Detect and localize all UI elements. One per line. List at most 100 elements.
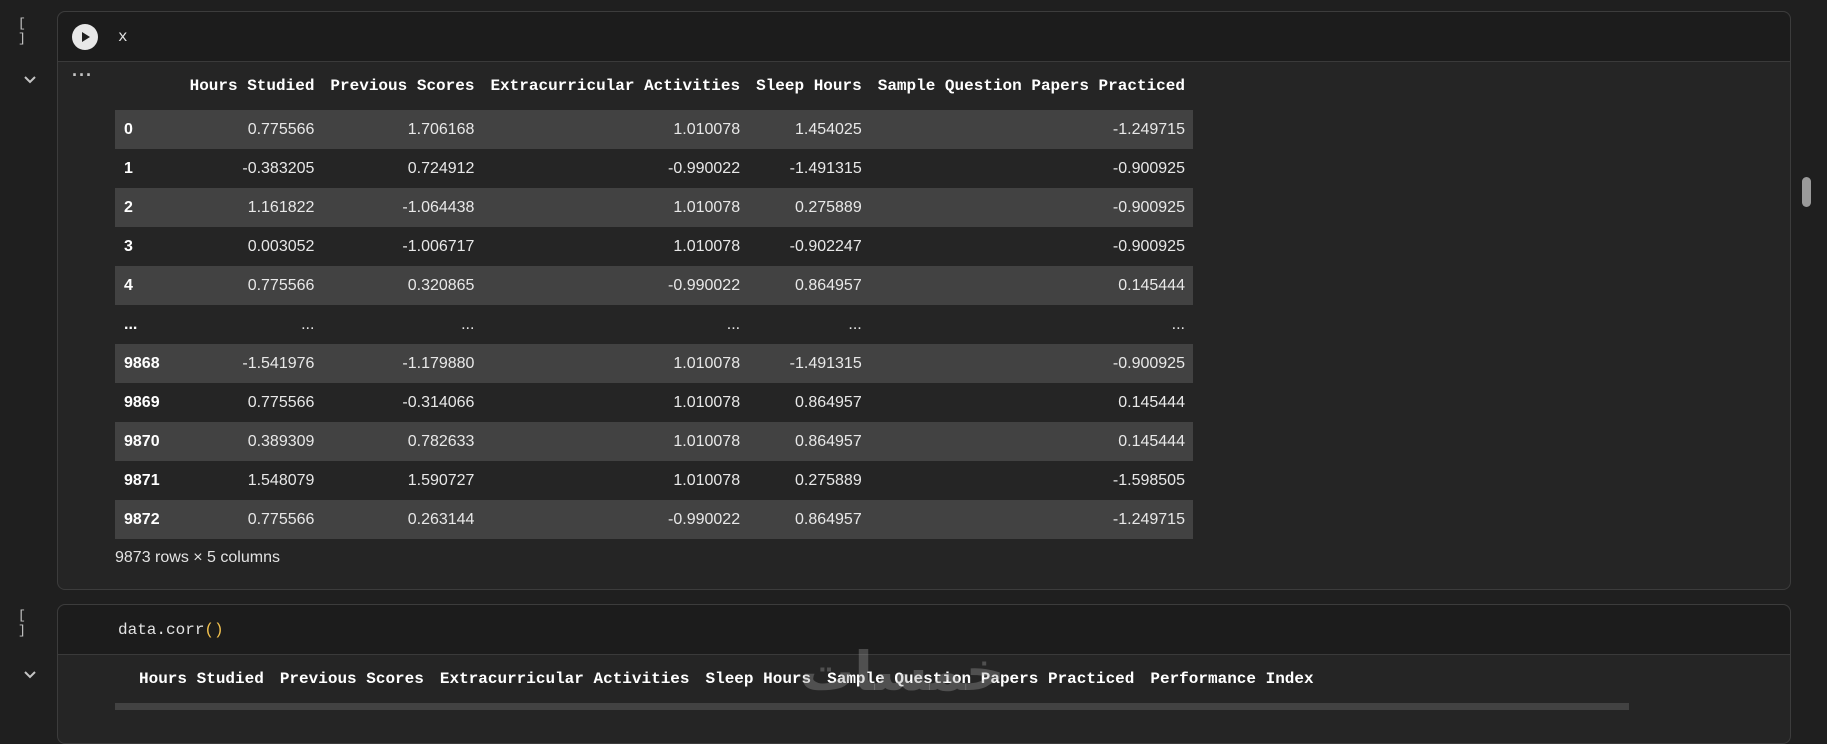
row-index: 9870 bbox=[124, 432, 160, 450]
table-first-row-edge bbox=[115, 703, 1629, 710]
row-index: 1 bbox=[124, 159, 133, 177]
cell-2-code[interactable]: data.corr() bbox=[118, 621, 224, 639]
table-cell: 0.864957 bbox=[794, 276, 862, 294]
table-cell: 1.454025 bbox=[794, 120, 862, 138]
table-cell: 0.775566 bbox=[247, 276, 315, 294]
table-cell: ... bbox=[726, 315, 741, 333]
table-header-row: Hours Studied Previous Scores Extracurricu… bbox=[115, 655, 1322, 703]
table-row: 4 0.775566 0.320865 -0.990022 0.864957 0.1454… bbox=[115, 266, 1193, 305]
table-header-row: Hours Studied Previous Scores Extracurricu… bbox=[115, 62, 1193, 110]
column-header: Hours Studied bbox=[139, 670, 264, 688]
table-cell: 0.320865 bbox=[407, 276, 475, 294]
table-cell: 1.010078 bbox=[673, 432, 741, 450]
table-cell: 0.864957 bbox=[794, 432, 862, 450]
column-header: Extracurricular Activities bbox=[439, 670, 690, 688]
table-row: 0 0.775566 1.706168 1.010078 1.454025 -1.2497… bbox=[115, 110, 1193, 149]
table-cell: 1.706168 bbox=[407, 120, 475, 138]
table-cell: 0.782633 bbox=[407, 432, 475, 450]
row-index: 9869 bbox=[124, 393, 160, 411]
table-cell: 1.590727 bbox=[407, 471, 475, 489]
dataframe-shape: 9873 rows × 5 columns bbox=[115, 549, 280, 566]
table-cell: -0.900925 bbox=[1112, 159, 1185, 177]
cell-1-output: ··· Hours Studied Previous Scores Extracur… bbox=[58, 62, 1790, 587]
table-cell: -1.598505 bbox=[1112, 471, 1185, 489]
table-cell: ... bbox=[848, 315, 862, 333]
table-row: 2 1.161822 -1.064438 1.010078 0.275889 -0.900… bbox=[115, 188, 1193, 227]
table-cell: -1.541976 bbox=[242, 354, 315, 372]
column-header: Previous Scores bbox=[330, 77, 475, 95]
table-cell: -1.064438 bbox=[402, 198, 475, 216]
table-cell: -0.990022 bbox=[668, 510, 741, 528]
table-cell: 1.010078 bbox=[673, 393, 741, 411]
table-cell: 0.864957 bbox=[794, 510, 862, 528]
chevron-down-icon bbox=[24, 671, 36, 679]
table-cell: -0.383205 bbox=[242, 159, 315, 177]
cell-1-code[interactable]: x bbox=[118, 28, 128, 46]
index-header bbox=[115, 655, 131, 703]
code-cell-2[interactable]: data.corr() Hours Studied Previous Scores… bbox=[57, 604, 1791, 744]
table-cell: 0.775566 bbox=[247, 120, 315, 138]
table-row: 3 0.003052 -1.006717 1.010078 -0.902247 -0.90… bbox=[115, 227, 1193, 266]
code-cell-1[interactable]: x ··· Hours Studied Previous Scores Extrac… bbox=[57, 11, 1791, 590]
row-index: ... bbox=[124, 315, 138, 333]
table-cell: -1.249715 bbox=[1112, 510, 1185, 528]
table-cell: -0.314066 bbox=[402, 393, 475, 411]
table-cell: 0.145444 bbox=[1118, 393, 1185, 411]
cell-1-run-button[interactable] bbox=[72, 23, 98, 50]
table-cell: 1.010078 bbox=[673, 471, 741, 489]
code-parens: () bbox=[204, 620, 224, 639]
more-horizontal-icon[interactable]: ··· bbox=[72, 66, 93, 84]
table-cell: 0.003052 bbox=[247, 237, 315, 255]
table-cell: 1.010078 bbox=[673, 354, 741, 372]
table-cell: 1.161822 bbox=[247, 198, 315, 216]
column-header: Extracurricular Activities bbox=[490, 77, 741, 95]
table-cell: 0.145444 bbox=[1118, 432, 1185, 450]
cell-1-execution-count: [ ] bbox=[18, 16, 28, 46]
row-index: 3 bbox=[124, 237, 133, 255]
column-header: Previous Scores bbox=[279, 670, 424, 688]
code-function: data.corr bbox=[118, 620, 205, 639]
row-index: 9871 bbox=[124, 471, 160, 489]
table-row: 9872 0.775566 0.263144 -0.990022 0.864957 -1.… bbox=[115, 500, 1193, 539]
cell-1-collapse-toggle[interactable] bbox=[18, 70, 42, 90]
table-cell: 1.548079 bbox=[247, 471, 315, 489]
table-cell: -1.491315 bbox=[789, 354, 862, 372]
column-header: Hours Studied bbox=[189, 77, 315, 95]
table-cell: 0.145444 bbox=[1118, 276, 1185, 294]
table-cell: 0.275889 bbox=[794, 198, 862, 216]
row-index: 2 bbox=[124, 198, 133, 216]
column-header: Sample Question Papers Practiced bbox=[827, 670, 1135, 688]
chevron-down-icon bbox=[24, 76, 36, 84]
row-index: 0 bbox=[124, 120, 133, 138]
table-cell: 0.864957 bbox=[794, 393, 862, 411]
table-cell: -0.990022 bbox=[668, 276, 741, 294]
cell-2-output: Hours Studied Previous Scores Extracurricu… bbox=[58, 655, 1790, 710]
cell-1-input[interactable]: x bbox=[58, 12, 1790, 62]
table-cell: 1.010078 bbox=[673, 120, 741, 138]
table-row: 9868 -1.541976 -1.179880 1.010078 -1.491315 -… bbox=[115, 344, 1193, 383]
table-cell: 0.275889 bbox=[794, 471, 862, 489]
table-row: .................. bbox=[115, 305, 1193, 344]
table-cell: -0.900925 bbox=[1112, 198, 1185, 216]
table-cell: 0.724912 bbox=[407, 159, 475, 177]
cell-2-collapse-toggle[interactable] bbox=[18, 665, 42, 685]
dataframe-table: Hours Studied Previous Scores Extracurricu… bbox=[115, 62, 1193, 539]
table-cell: -1.179880 bbox=[402, 354, 475, 372]
column-header: Sleep Hours bbox=[756, 77, 862, 95]
table-row: 9870 0.389309 0.782633 1.010078 0.864957 0.14… bbox=[115, 422, 1193, 461]
table-cell: -1.491315 bbox=[789, 159, 862, 177]
table-cell: 0.389309 bbox=[247, 432, 315, 450]
row-index: 9872 bbox=[124, 510, 160, 528]
table-cell: 0.263144 bbox=[407, 510, 475, 528]
table-cell: 0.775566 bbox=[247, 393, 315, 411]
correlation-table: Hours Studied Previous Scores Extracurricu… bbox=[115, 655, 1322, 703]
table-cell: -0.900925 bbox=[1112, 354, 1185, 372]
row-index: 4 bbox=[124, 276, 133, 294]
row-index: 9868 bbox=[124, 354, 160, 372]
table-cell: -0.902247 bbox=[789, 237, 862, 255]
cell-2-input[interactable]: data.corr() bbox=[58, 605, 1790, 655]
column-header: Sample Question Papers Practiced bbox=[877, 77, 1185, 95]
scrollbar-thumb[interactable] bbox=[1802, 177, 1811, 207]
table-cell: -0.900925 bbox=[1112, 237, 1185, 255]
table-cell: -1.006717 bbox=[402, 237, 475, 255]
